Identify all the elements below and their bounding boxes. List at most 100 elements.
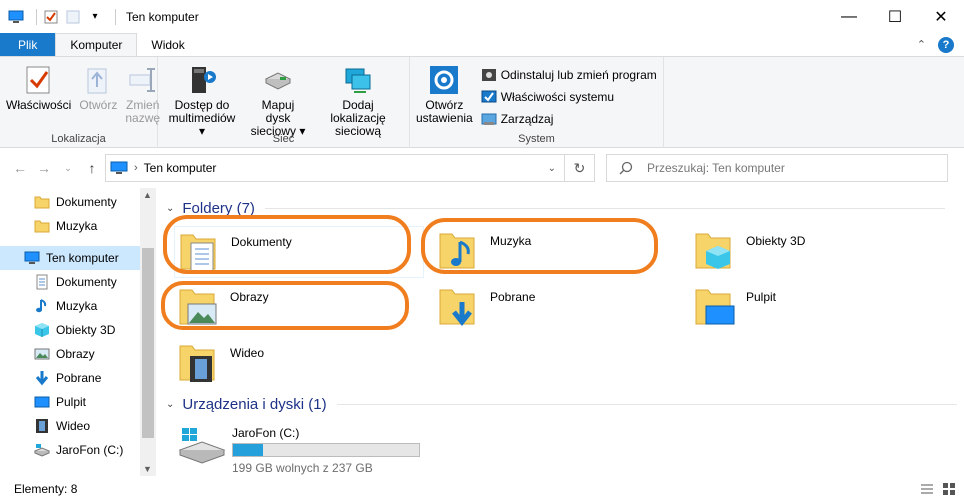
customize-dropdown-icon[interactable]: ▾	[87, 9, 103, 25]
view-buttons	[920, 482, 956, 496]
documents-folder-icon	[180, 234, 216, 272]
drive-tile-c[interactable]: JaroFon (C:) 199 GB wolnych z 237 GB	[178, 426, 420, 475]
address-dropdown-icon[interactable]: ⌄	[548, 163, 556, 174]
tab-file[interactable]: Plik	[0, 33, 56, 56]
group-label-siec: Sieć	[272, 133, 295, 145]
drive-usage-fill	[233, 444, 263, 456]
rename-icon	[129, 68, 155, 92]
chevron-right-icon[interactable]: ›	[134, 162, 138, 174]
folder-tile-pulpit[interactable]: Pulpit	[690, 282, 940, 334]
tab-computer[interactable]: Komputer	[55, 33, 138, 56]
nav-item-label: Pobrane	[56, 371, 102, 385]
ribbon-tabs-right: ⌃ ?	[917, 33, 954, 56]
new-folder-icon[interactable]	[65, 9, 81, 25]
close-button[interactable]: ✕	[918, 0, 964, 33]
search-box[interactable]: Przeszukaj: Ten komputer	[606, 154, 948, 182]
chevron-down-icon[interactable]: ⌄	[166, 399, 174, 410]
folders-section-header[interactable]: ⌄ Foldery (7)	[166, 200, 945, 217]
nav-item-label: Muzyka	[56, 219, 98, 233]
address-path[interactable]: Ten komputer	[144, 161, 217, 175]
desktop-folder-icon	[695, 289, 735, 325]
drive-usage-bar	[232, 443, 420, 457]
folder-label: Muzyka	[490, 234, 532, 248]
chevron-up-icon[interactable]: ⌃	[917, 38, 926, 51]
quick-access-toolbar: ▾ Ten komputer	[0, 0, 199, 33]
drive-name: JaroFon (C:)	[232, 426, 300, 440]
chevron-down-icon[interactable]: ⌄	[166, 203, 174, 214]
nav-item-drive-c[interactable]: JaroFon (C:)	[0, 438, 140, 462]
folder-tile-muzyka[interactable]: Muzyka	[434, 226, 684, 278]
uninstall-label: Odinstaluj lub zmień program	[500, 67, 657, 82]
devices-section-header[interactable]: ⌄ Urządzenia i dyski (1)	[166, 396, 957, 413]
devices-header-label: Urządzenia i dyski (1)	[182, 396, 327, 413]
drive-icon	[178, 428, 226, 464]
section-divider	[336, 404, 957, 405]
back-arrow-icon[interactable]: ←	[8, 160, 32, 176]
nav-pane-scrollbar[interactable]: ▲ ▼	[140, 188, 156, 476]
nav-item-wideo[interactable]: Wideo	[0, 414, 140, 438]
folder-label: Pulpit	[746, 290, 777, 304]
details-view-icon[interactable]	[920, 482, 934, 496]
folder-tile-obrazy[interactable]: Obrazy	[174, 282, 424, 334]
computer-icon	[110, 161, 128, 174]
folder-tile-obiekty-3d[interactable]: Obiekty 3D	[690, 226, 940, 278]
system-properties-label: Właściwości systemu	[500, 89, 615, 104]
maximize-button[interactable]: ☐	[872, 0, 918, 33]
folder-label: Dokumenty	[231, 235, 292, 249]
ribbon-group-lokalizacja: Właściwości Otwórz Zmień nazwę Lokalizac…	[0, 57, 160, 148]
scroll-down-icon[interactable]: ▼	[143, 464, 152, 474]
refresh-icon[interactable]: ↻	[564, 155, 594, 181]
folder-icon	[34, 220, 50, 233]
folder-label: Wideo	[230, 346, 265, 360]
forward-arrow-icon[interactable]: →	[32, 160, 56, 176]
nav-item-label: Dokumenty	[56, 195, 117, 209]
tab-view[interactable]: Widok	[137, 33, 198, 56]
nav-item-label: Muzyka	[56, 299, 98, 313]
media-server-icon	[192, 67, 216, 93]
drive-free-text: 199 GB wolnych z 237 GB	[232, 461, 373, 475]
nav-item-label: Obrazy	[56, 347, 95, 361]
recent-dropdown-icon[interactable]: ⌄	[56, 163, 80, 174]
nav-item-label: Dokumenty	[56, 275, 117, 289]
group-label-lokalizacja: Lokalizacja	[51, 133, 106, 145]
download-icon	[35, 371, 49, 386]
nav-item-pulpit[interactable]: Pulpit	[0, 390, 140, 414]
nav-item-pobrane[interactable]: Pobrane	[0, 366, 140, 390]
minimize-button[interactable]: —	[826, 0, 872, 33]
map-label-line1: Mapuj dysk	[261, 98, 295, 125]
drive-icon	[34, 444, 50, 457]
manage-label: Zarządzaj	[500, 111, 554, 126]
nav-item-label: Pulpit	[56, 395, 87, 409]
properties-checkbox-icon[interactable]	[43, 9, 59, 25]
pictures-icon	[34, 348, 50, 360]
nav-item-muzyka-quick[interactable]: Muzyka	[0, 214, 140, 238]
nav-item-obiekty-3d[interactable]: Obiekty 3D	[0, 318, 140, 342]
nav-item-obrazy[interactable]: Obrazy	[0, 342, 140, 366]
ribbon-group-siec: Dostęp do multimediów ▾ Mapuj dysk sieci…	[158, 57, 410, 148]
nav-item-label: Obiekty 3D	[56, 323, 116, 337]
nav-item-dokumenty[interactable]: Dokumenty	[0, 270, 140, 294]
nav-item-dokumenty-quick[interactable]: Dokumenty	[0, 190, 140, 214]
folder-tile-dokumenty[interactable]: Dokumenty	[174, 226, 424, 278]
system-properties-icon	[481, 90, 497, 102]
folder-tile-pobrane[interactable]: Pobrane	[434, 282, 684, 334]
manage-button[interactable]: Zarządzaj	[481, 109, 657, 128]
nav-item-muzyka[interactable]: Muzyka	[0, 294, 140, 318]
large-icons-view-icon[interactable]	[942, 482, 956, 496]
up-arrow-icon[interactable]: ↑	[80, 160, 104, 176]
system-properties-button[interactable]: Właściwości systemu	[481, 87, 657, 106]
documents-icon	[36, 274, 48, 290]
video-icon	[36, 419, 48, 433]
content-area: ⌄ Foldery (7) Dokumenty Muzyka Obiekty 3…	[158, 188, 964, 476]
scrollbar-thumb[interactable]	[142, 248, 154, 438]
ribbon-tabs: Plik Komputer Widok ⌃ ?	[0, 33, 964, 56]
nav-item-ten-komputer[interactable]: Ten komputer	[0, 246, 140, 270]
folder-tile-wideo[interactable]: Wideo	[174, 338, 424, 390]
title-bar: ▾ Ten komputer — ☐ ✕	[0, 0, 964, 33]
scroll-up-icon[interactable]: ▲	[143, 190, 152, 200]
search-placeholder: Przeszukaj: Ten komputer	[647, 161, 785, 175]
help-icon[interactable]: ?	[938, 36, 954, 53]
computer-icon[interactable]	[8, 9, 24, 25]
address-bar[interactable]: › Ten komputer ⌄ ↻	[105, 154, 595, 182]
uninstall-program-button[interactable]: Odinstaluj lub zmień program	[481, 65, 657, 84]
